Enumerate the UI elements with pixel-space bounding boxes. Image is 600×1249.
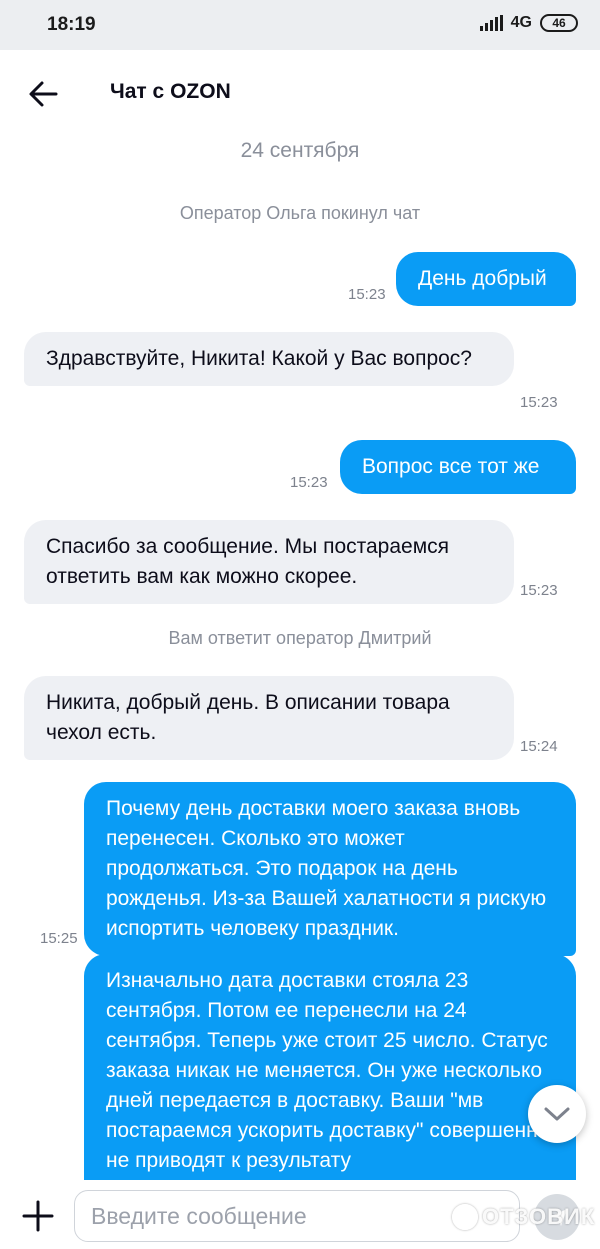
message-time: 15:24 xyxy=(520,738,558,755)
message-time: 15:23 xyxy=(520,582,558,599)
signal-icon xyxy=(479,15,503,31)
status-bar: 18:19 4G 46 xyxy=(0,0,600,50)
incoming-message: Никита, добрый день. В описании товара ч… xyxy=(24,676,514,760)
outgoing-message: Вопрос все тот же xyxy=(340,440,576,494)
battery-icon: 46 xyxy=(540,14,578,32)
watermark-text: ОТЗОВИК xyxy=(482,1204,596,1229)
message-time: 15:23 xyxy=(520,394,558,411)
attach-button[interactable] xyxy=(18,1196,58,1236)
watermark: ОТЗОВИК xyxy=(452,1204,595,1230)
incoming-message: Здравствуйте, Никита! Какой у Вас вопрос… xyxy=(24,332,514,386)
chat-history[interactable]: 24 сентября Оператор Ольга покинул чат Д… xyxy=(0,138,600,1180)
back-button[interactable] xyxy=(24,74,64,114)
outgoing-message: Изначально дата доставки стояла 23 сентя… xyxy=(84,954,576,1180)
arrow-left-icon xyxy=(29,81,58,107)
watermark-logo-icon xyxy=(452,1204,478,1230)
outgoing-message: День добрый xyxy=(396,252,576,306)
message-time: 15:23 xyxy=(348,286,386,303)
battery-level: 46 xyxy=(552,16,566,30)
system-message: Вам ответит оператор Дмитрий xyxy=(168,628,432,648)
page-title: Чат с OZON xyxy=(110,80,231,103)
scroll-down-button[interactable] xyxy=(528,1085,586,1143)
status-indicators: 4G 46 xyxy=(479,14,578,32)
incoming-message: Спасибо за сообщение. Мы постараемся отв… xyxy=(24,520,514,604)
status-time: 18:19 xyxy=(47,14,96,35)
app-header: Чат с OZON xyxy=(0,50,600,138)
date-separator: 24 сентября xyxy=(240,139,360,162)
message-time: 15:25 xyxy=(40,930,78,947)
chevron-down-icon xyxy=(544,1107,570,1121)
plus-icon xyxy=(22,1200,54,1232)
system-message: Оператор Ольга покинул чат xyxy=(179,203,421,223)
network-type: 4G xyxy=(510,14,532,31)
outgoing-message: Почему день доставки моего заказа вновь … xyxy=(84,782,576,956)
message-time: 15:23 xyxy=(290,474,328,491)
